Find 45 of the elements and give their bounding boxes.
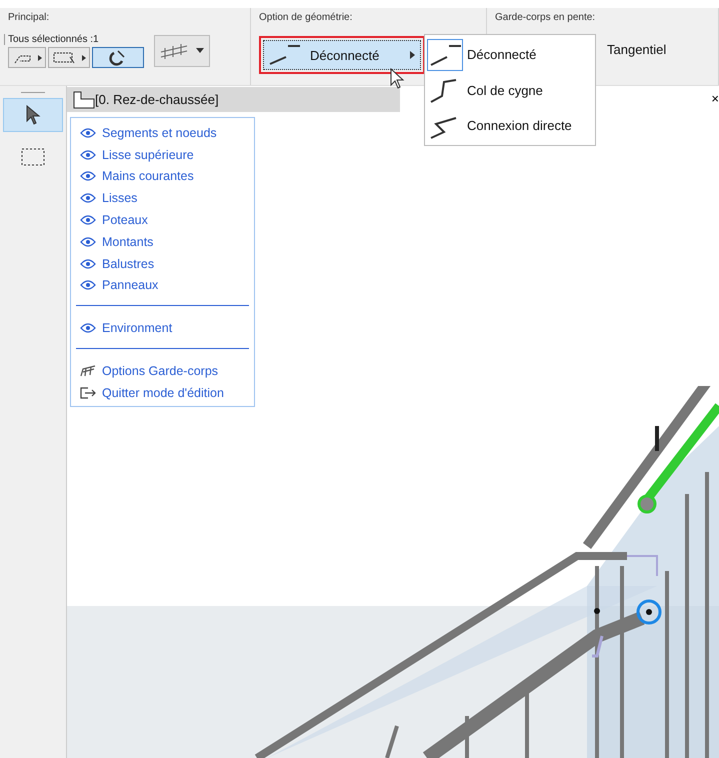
slope-value[interactable]: Tangentiel: [607, 42, 710, 57]
section-label: Option de géométrie:: [259, 12, 354, 25]
eye-icon: [80, 280, 96, 290]
railing-icon: [80, 365, 96, 378]
menu-option[interactable]: Déconnecté: [427, 37, 593, 72]
marquee-icon: [21, 148, 45, 166]
tool-button[interactable]: [3, 98, 63, 132]
eye-icon: [80, 323, 96, 334]
section-label: Principal:: [8, 12, 50, 25]
layer-toggle[interactable]: Balustres: [71, 252, 254, 275]
menu-item[interactable]: Quitter mode d'édition: [71, 382, 254, 404]
eye-icon: [80, 215, 96, 226]
layer-toggle[interactable]: Montants: [71, 230, 254, 253]
eye-icon: [80, 128, 96, 138]
eye-icon: [80, 258, 96, 269]
marquee-icon: [52, 50, 86, 64]
menu-option[interactable]: Connexion directe: [427, 108, 593, 144]
caret-icon: [195, 48, 205, 54]
tool-button[interactable]: [48, 47, 90, 68]
eye-icon: [80, 193, 96, 204]
layer-toggle[interactable]: Lisses: [71, 187, 254, 210]
menu-item[interactable]: Options Garde-corps: [71, 360, 254, 382]
layer-toggle[interactable]: Environment: [71, 317, 254, 340]
railing-icon: [159, 42, 189, 60]
close-button[interactable]: ×: [711, 91, 719, 106]
eye-icon: [80, 150, 96, 160]
menu-option[interactable]: Col de cygne: [427, 72, 593, 108]
section-label: Garde-corps en pente:: [495, 12, 596, 25]
exit-icon: [80, 386, 96, 399]
layer-toggle[interactable]: Panneaux: [71, 274, 254, 296]
tool-button[interactable]: [8, 47, 46, 68]
floor-plan-icon: [73, 90, 95, 108]
eye-icon: [80, 171, 96, 182]
layer-toggle[interactable]: Segments et noeuds: [71, 122, 254, 144]
story-tab[interactable]: [0. Rez-de-chaussée]: [67, 87, 400, 112]
eye-icon: [80, 236, 96, 247]
submenu-arrow-icon: [410, 50, 416, 60]
pointer-icon: [25, 105, 41, 125]
layer-toggle[interactable]: Poteaux: [71, 209, 254, 231]
disconnected-connection-icon: [268, 44, 302, 66]
layer-toggle[interactable]: Lisse supérieure: [71, 144, 254, 166]
railing-type-dropdown[interactable]: [154, 35, 210, 67]
tool-button[interactable]: [92, 47, 144, 68]
geometry-dropdown[interactable]: Déconnecté: [263, 40, 421, 70]
layer-toggle[interactable]: Mains courantes: [71, 166, 254, 188]
